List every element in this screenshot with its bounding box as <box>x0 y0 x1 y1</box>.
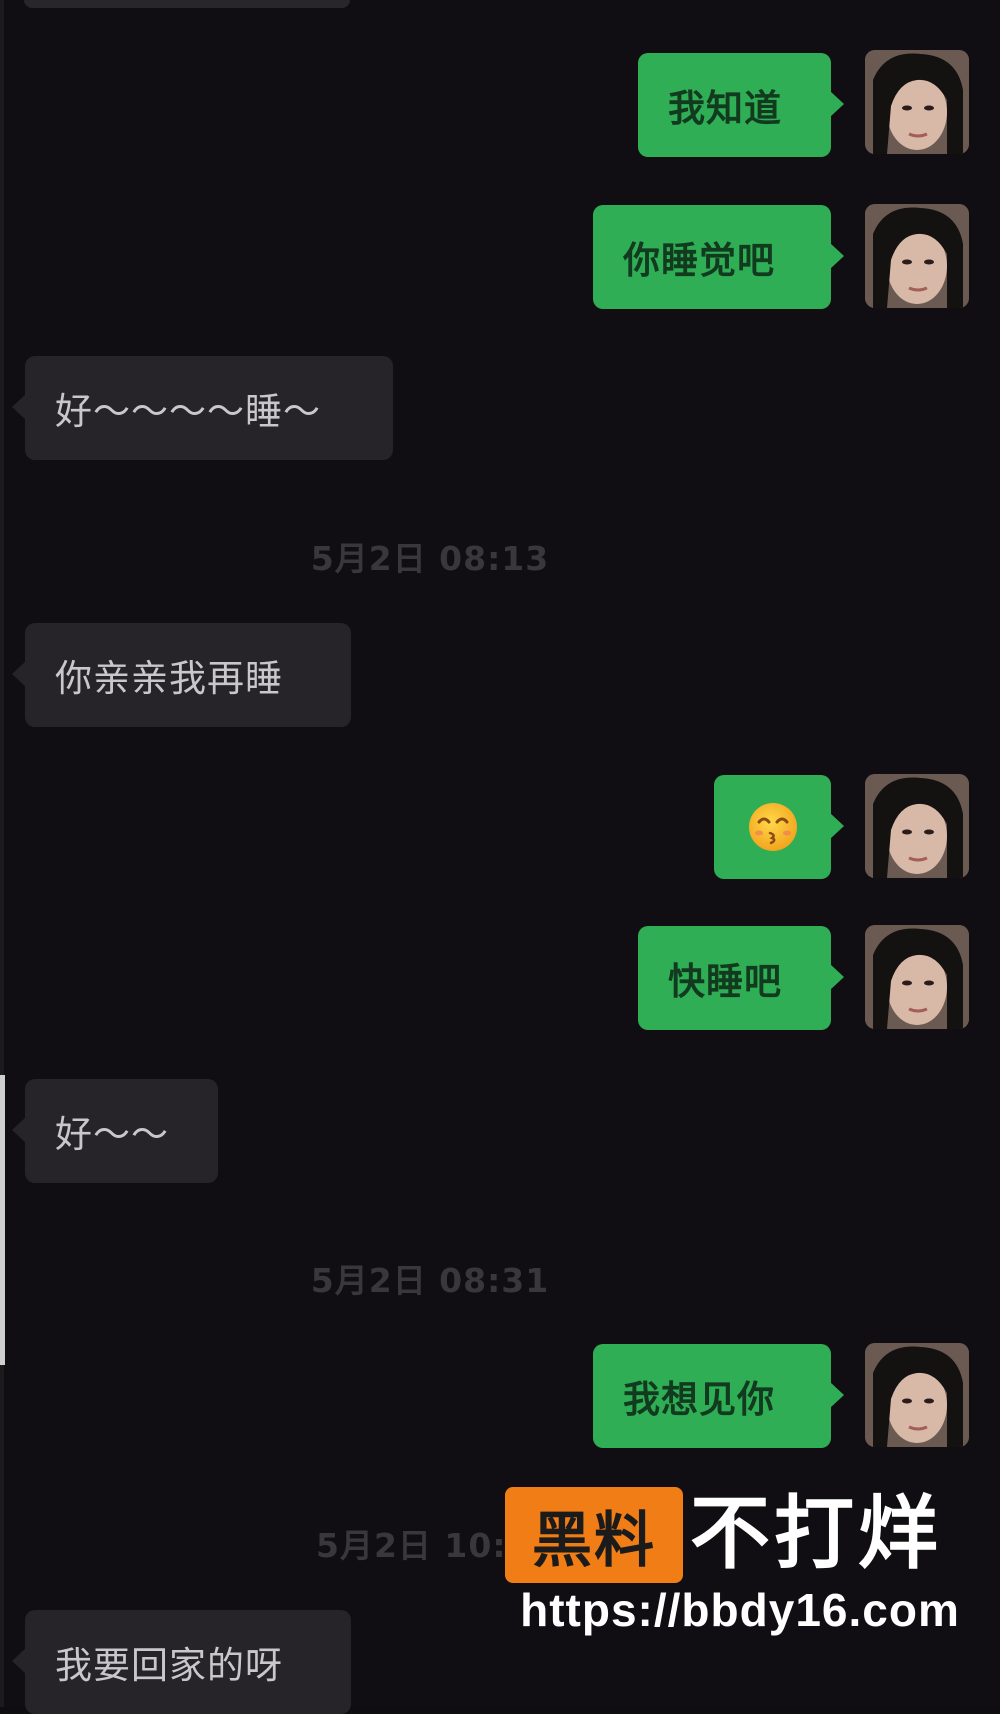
avatar[interactable] <box>865 1343 969 1447</box>
incoming-message-bubble[interactable]: 好～～～～睡～ <box>12 356 393 460</box>
message-text: 好～～～～睡～ <box>55 390 321 433</box>
avatar[interactable] <box>865 774 969 878</box>
timestamp: 5月2日 08:31 <box>310 1261 550 1300</box>
message-text: 我知道 <box>668 87 782 130</box>
message-text: 你睡觉吧 <box>623 239 775 282</box>
incoming-message-bubble[interactable]: 好～～ <box>12 1079 218 1183</box>
message-text: 你亲亲我再睡 <box>55 657 283 700</box>
left-edge-highlight <box>0 1075 5 1365</box>
avatar-portrait-icon <box>865 204 969 308</box>
outgoing-message-bubble[interactable]: 你睡觉吧 <box>593 205 844 309</box>
timestamp: 5月2日 10: <box>316 1526 507 1565</box>
message-text: 我想见你 <box>623 1378 775 1421</box>
avatar[interactable] <box>865 925 969 1029</box>
avatar-portrait-icon <box>865 1343 969 1447</box>
watermark-badge-text: 黑料 <box>532 1505 656 1576</box>
avatar[interactable] <box>865 50 969 154</box>
watermark-badge: 黑料 <box>505 1487 683 1583</box>
chat-view[interactable]: 我知道 你睡觉吧 好～～～～睡～ 5月2日 08:13 你亲亲我再睡 快睡吧 好… <box>0 0 1000 1714</box>
kissing-face-icon <box>748 803 797 851</box>
message-text: 我要回家的呀 <box>55 1644 283 1687</box>
avatar-portrait-icon <box>865 50 969 154</box>
outgoing-message-bubble[interactable]: 快睡吧 <box>638 926 844 1030</box>
watermark-text: 不打烊 <box>690 1487 942 1580</box>
message-text: 好～～ <box>55 1113 169 1156</box>
message-text: 快睡吧 <box>668 960 782 1003</box>
avatar-portrait-icon <box>865 774 969 878</box>
watermark-url: https://bbdy16.com <box>520 1584 960 1636</box>
incoming-message-bubble[interactable]: 你亲亲我再睡 <box>12 623 351 727</box>
timestamp: 5月2日 08:13 <box>310 539 550 578</box>
previous-message-bubble-stub <box>24 0 350 8</box>
incoming-message-bubble[interactable]: 我要回家的呀 <box>12 1610 351 1714</box>
left-edge <box>0 0 4 1707</box>
outgoing-message-bubble[interactable]: 我想见你 <box>593 1344 844 1448</box>
avatar-portrait-icon <box>865 925 969 1029</box>
avatar[interactable] <box>865 204 969 308</box>
outgoing-message-bubble[interactable]: 我知道 <box>638 53 844 157</box>
outgoing-emoji-bubble[interactable] <box>714 775 844 879</box>
